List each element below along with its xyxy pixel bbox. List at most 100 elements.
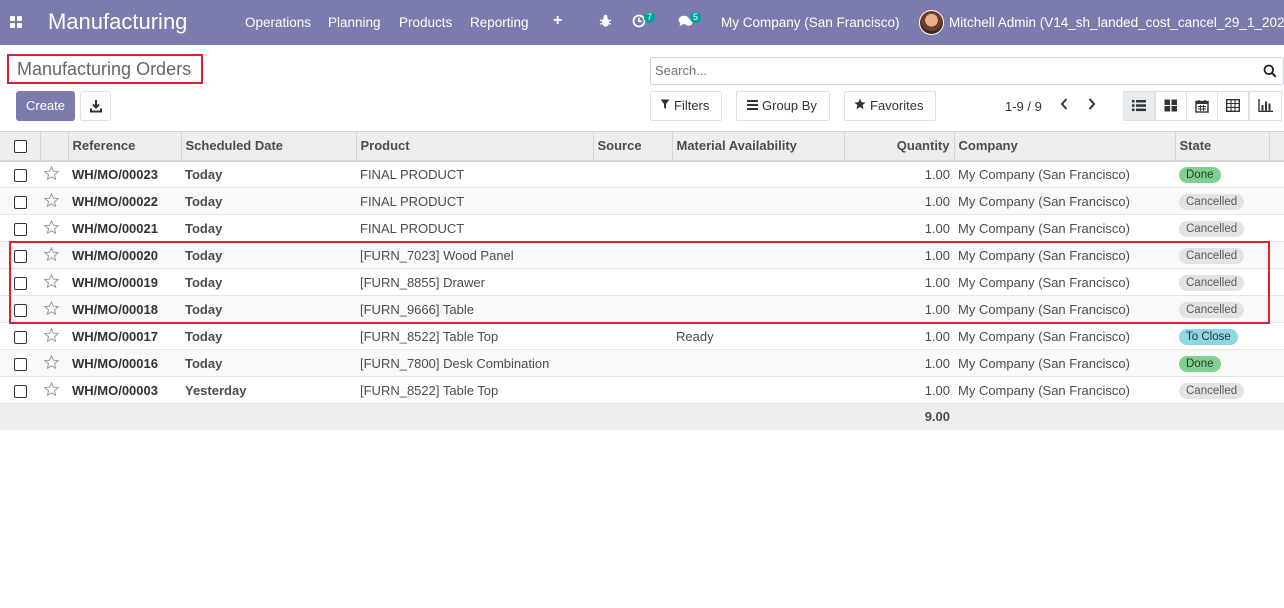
cell-state: Cancelled: [1175, 268, 1269, 296]
table-row[interactable]: WH/MO/00003 Yesterday [FURN_8522] Table To…: [0, 376, 1284, 404]
cell-company: My Company (San Francisco): [954, 376, 1175, 404]
pager-previous-icon[interactable]: [1059, 97, 1071, 113]
table-row[interactable]: WH/MO/00021 Today FINAL PRODUCT 1.00 My Comp…: [0, 214, 1284, 242]
row-checkbox[interactable]: [14, 357, 27, 371]
header-company[interactable]: Company: [954, 131, 1176, 162]
row-checkbox[interactable]: [14, 195, 27, 209]
header-product[interactable]: Product: [356, 131, 594, 162]
user-avatar[interactable]: [919, 10, 944, 35]
row-checkbox[interactable]: [14, 222, 27, 236]
row-spacer-cell: [1269, 349, 1284, 377]
cell-scheduled-date: Today: [181, 349, 356, 377]
state-badge: Cancelled: [1179, 301, 1245, 318]
cell-company: My Company (San Francisco): [954, 160, 1175, 188]
search-icon[interactable]: [1263, 64, 1277, 78]
graph-view-button[interactable]: [1249, 91, 1282, 121]
user-menu[interactable]: Mitchell Admin (V14_sh_landed_cost_cance…: [949, 15, 1284, 30]
row-spacer-cell: [1269, 241, 1284, 269]
cell-reference: WH/MO/00023: [68, 160, 181, 188]
cell-product: [FURN_8855] Drawer: [356, 268, 593, 296]
cell-company: My Company (San Francisco): [954, 322, 1175, 350]
row-select-cell: [0, 295, 40, 323]
pager-value[interactable]: 1-9 / 9: [1005, 99, 1042, 114]
header-scheduled-date[interactable]: Scheduled Date: [181, 131, 357, 162]
header-state[interactable]: State: [1175, 131, 1270, 162]
table-row[interactable]: WH/MO/00018 Today [FURN_9666] Table 1.00 My …: [0, 295, 1284, 323]
group-by-button[interactable]: Group By: [736, 91, 830, 121]
star-icon[interactable]: [43, 219, 60, 237]
state-badge: Cancelled: [1179, 220, 1245, 237]
plus-icon[interactable]: +: [553, 12, 562, 30]
menu-planning[interactable]: Planning: [328, 15, 381, 30]
cell-scheduled-date: Yesterday: [181, 376, 356, 404]
star-icon[interactable]: [43, 300, 60, 318]
star-icon[interactable]: [43, 192, 60, 210]
row-checkbox[interactable]: [14, 249, 27, 263]
bug-icon[interactable]: [599, 14, 612, 31]
star-icon[interactable]: [43, 327, 60, 345]
header-source[interactable]: Source: [593, 131, 673, 162]
menu-products[interactable]: Products: [399, 15, 452, 30]
favorites-button[interactable]: Favorites: [844, 91, 936, 121]
row-star-cell: [40, 322, 68, 350]
list-view-button[interactable]: [1123, 91, 1155, 121]
row-checkbox[interactable]: [14, 276, 27, 290]
table-row[interactable]: WH/MO/00019 Today [FURN_8855] Drawer 1.00 My…: [0, 268, 1284, 296]
cell-quantity: 1.00: [844, 268, 954, 296]
group-by-label: Group By: [762, 98, 817, 113]
row-spacer-cell: [1269, 295, 1284, 323]
export-button[interactable]: [80, 91, 111, 121]
table-row[interactable]: WH/MO/00023 Today FINAL PRODUCT 1.00 My Comp…: [0, 160, 1284, 188]
header-material-availability[interactable]: Material Availability: [672, 131, 845, 162]
star-icon[interactable]: [43, 381, 60, 399]
cell-company: My Company (San Francisco): [954, 268, 1175, 296]
cell-material-availability: [672, 268, 844, 296]
row-spacer-cell: [1269, 376, 1284, 404]
cell-state: Cancelled: [1175, 241, 1269, 269]
row-checkbox[interactable]: [14, 168, 27, 182]
cell-scheduled-date: Today: [181, 160, 356, 188]
header-reference[interactable]: Reference: [68, 131, 182, 162]
state-badge: Cancelled: [1179, 247, 1245, 264]
row-checkbox[interactable]: [14, 384, 27, 398]
menu-operations[interactable]: Operations: [245, 15, 311, 30]
state-badge: To Close: [1179, 328, 1238, 345]
calendar-view-button[interactable]: [1186, 91, 1218, 121]
create-button[interactable]: Create: [16, 91, 75, 121]
row-select-cell: [0, 187, 40, 215]
star-icon[interactable]: [43, 246, 60, 264]
cell-quantity: 1.00: [844, 376, 954, 404]
search-input[interactable]: [655, 63, 1255, 78]
menu-reporting[interactable]: Reporting: [470, 15, 529, 30]
header-optional-columns[interactable]: [1269, 131, 1284, 162]
cell-reference: WH/MO/00003: [68, 376, 181, 404]
company-switcher[interactable]: My Company (San Francisco): [721, 15, 900, 30]
table-row[interactable]: WH/MO/00017 Today [FURN_8522] Table Top Rea…: [0, 322, 1284, 350]
total-quantity: 9.00: [844, 403, 954, 430]
bar-chart-icon: [1258, 99, 1273, 112]
cell-reference: WH/MO/00019: [68, 268, 181, 296]
table-row[interactable]: WH/MO/00020 Today [FURN_7023] Wood Panel 1.…: [0, 241, 1284, 269]
select-all-checkbox[interactable]: [14, 140, 27, 154]
cell-scheduled-date: Today: [181, 295, 356, 323]
cell-source: [593, 349, 672, 377]
app-name: Manufacturing: [48, 9, 188, 34]
cell-product: [FURN_7023] Wood Panel: [356, 241, 593, 269]
header-quantity[interactable]: Quantity: [844, 131, 955, 162]
star-icon[interactable]: [43, 165, 60, 183]
table-row[interactable]: WH/MO/00016 Today [FURN_7800] Desk Combina…: [0, 349, 1284, 377]
cell-reference: WH/MO/00022: [68, 187, 181, 215]
pager-next-icon[interactable]: [1087, 97, 1099, 113]
filters-button[interactable]: Filters: [650, 91, 722, 121]
pivot-view-button[interactable]: [1217, 91, 1249, 121]
cell-material-availability: [672, 241, 844, 269]
star-icon[interactable]: [43, 354, 60, 372]
star-icon[interactable]: [43, 273, 60, 291]
row-select-cell: [0, 349, 40, 377]
row-spacer-cell: [1269, 214, 1284, 242]
row-checkbox[interactable]: [14, 330, 27, 344]
kanban-view-button[interactable]: [1155, 91, 1187, 121]
apps-menu-icon[interactable]: [10, 16, 23, 29]
table-row[interactable]: WH/MO/00022 Today FINAL PRODUCT 1.00 My Comp…: [0, 187, 1284, 215]
row-checkbox[interactable]: [14, 303, 27, 317]
